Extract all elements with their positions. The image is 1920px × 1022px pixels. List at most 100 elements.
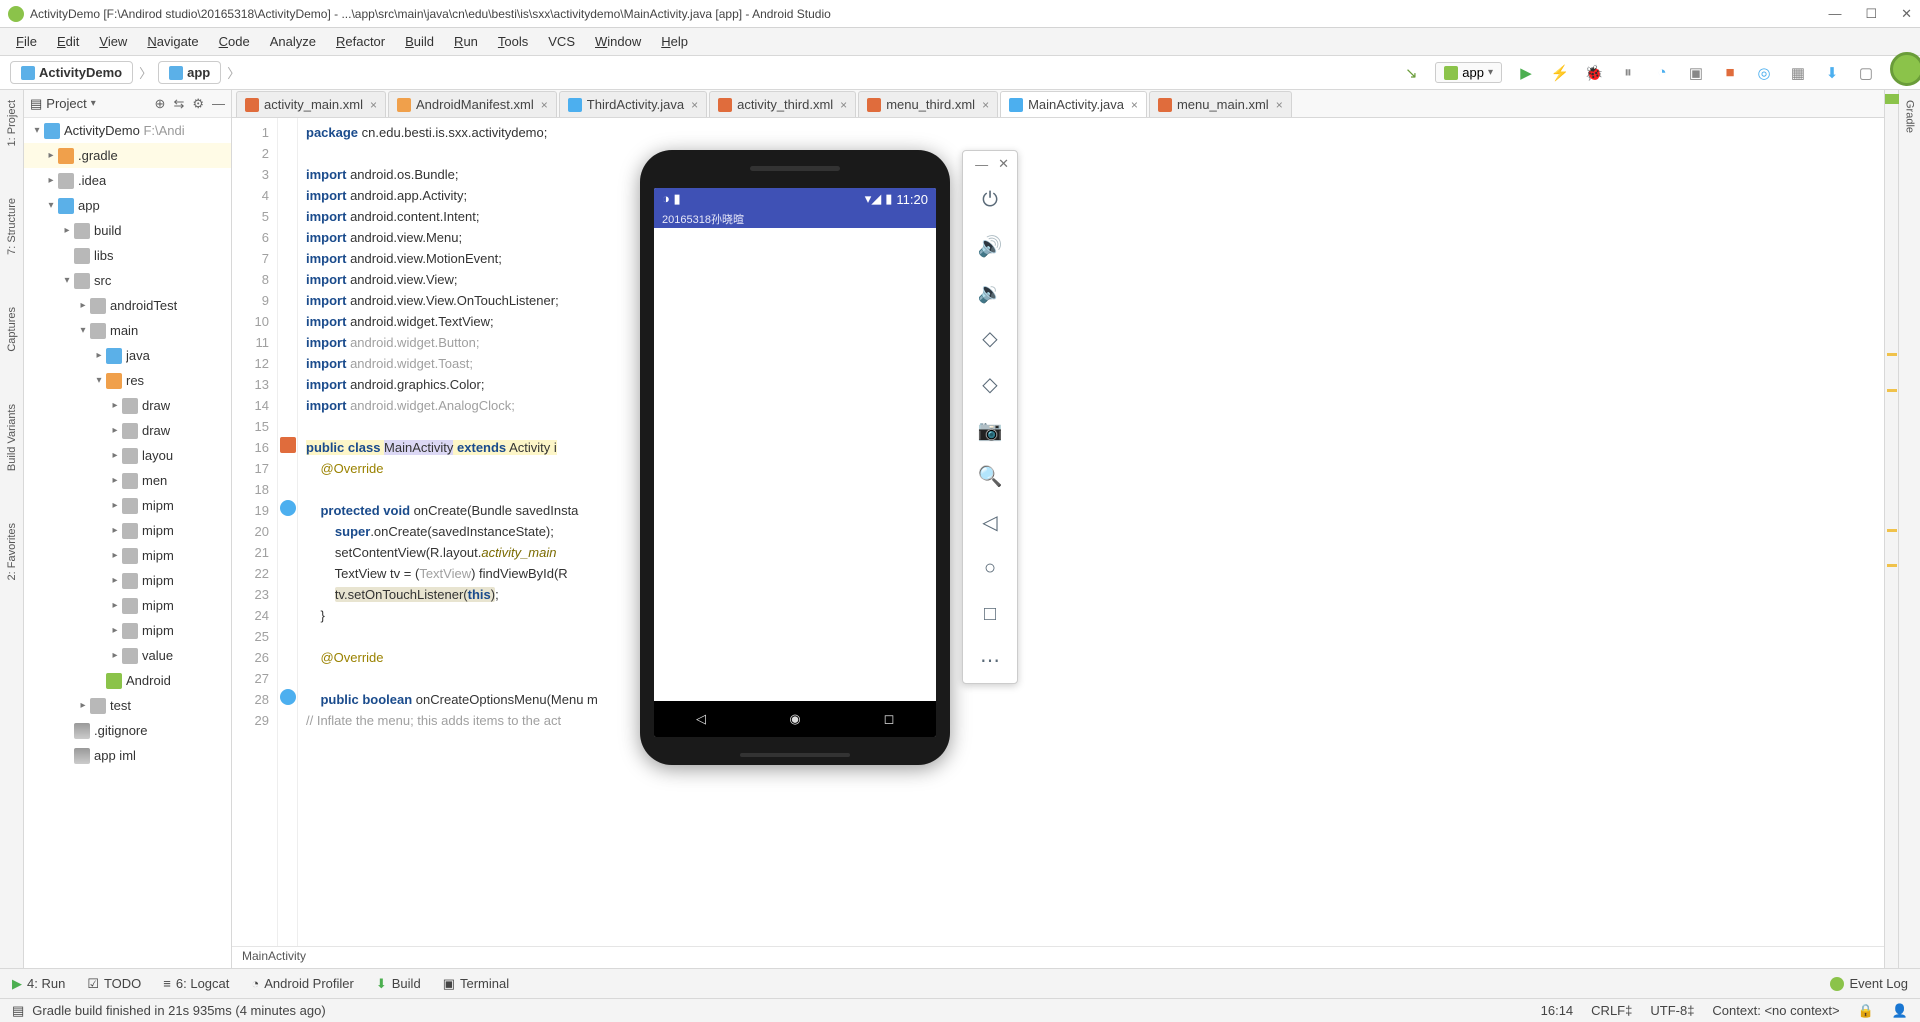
menu-run[interactable]: Run — [446, 32, 486, 51]
tree-node[interactable]: ▸mipm — [24, 618, 231, 643]
close-icon[interactable]: × — [691, 98, 698, 112]
nav-back-icon[interactable]: ◁ — [692, 710, 710, 728]
tab-captures[interactable]: Captures — [4, 301, 20, 358]
tree-node[interactable]: ▸test — [24, 693, 231, 718]
lock-icon[interactable]: 🔒 — [1858, 1003, 1874, 1019]
avd-icon[interactable]: ◎ — [1754, 63, 1774, 83]
memory-icon[interactable]: 👤 — [1892, 1003, 1908, 1019]
tree-node[interactable]: ▸mipm — [24, 568, 231, 593]
tree-node[interactable]: app iml — [24, 743, 231, 768]
status-eol[interactable]: CRLF‡ — [1591, 1003, 1632, 1018]
close-icon[interactable]: × — [982, 98, 989, 112]
menu-refactor[interactable]: Refactor — [328, 32, 393, 51]
tree-node[interactable]: ▸draw — [24, 393, 231, 418]
zoom-icon[interactable]: 🔍 — [963, 453, 1017, 499]
rotate-right-icon[interactable]: ◇ — [963, 361, 1017, 407]
tree-node[interactable]: ▾src — [24, 268, 231, 293]
status-encoding[interactable]: UTF-8‡ — [1650, 1003, 1694, 1018]
hide-icon[interactable]: — — [212, 96, 225, 111]
code-breadcrumb[interactable]: MainActivity — [232, 946, 1884, 968]
tab-todo[interactable]: ☑TODO — [87, 976, 141, 992]
close-icon[interactable]: × — [1276, 98, 1283, 112]
editor-tab[interactable]: activity_third.xml× — [709, 91, 856, 117]
error-glyph[interactable] — [280, 437, 296, 453]
tree-node[interactable]: libs — [24, 243, 231, 268]
tree-node[interactable]: ▾ActivityDemo F:\Andi — [24, 118, 231, 143]
menu-view[interactable]: View — [91, 32, 135, 51]
stop-icon[interactable]: ■ — [1720, 63, 1740, 83]
back-icon[interactable]: ◁ — [963, 499, 1017, 545]
editor-tab[interactable]: menu_third.xml× — [858, 91, 998, 117]
target-icon[interactable]: ⊕ — [155, 96, 166, 112]
close-icon[interactable]: × — [370, 98, 377, 112]
collapse-icon[interactable]: ⇆ — [173, 96, 184, 112]
editor-tab[interactable]: AndroidManifest.xml× — [388, 91, 557, 117]
close-icon[interactable]: × — [1131, 98, 1138, 112]
menu-edit[interactable]: Edit — [49, 32, 87, 51]
overview-ruler[interactable] — [1884, 90, 1898, 968]
tree-node[interactable]: ▾res — [24, 368, 231, 393]
editor-tab[interactable]: activity_main.xml× — [236, 91, 386, 117]
nav-home-icon[interactable]: ◉ — [786, 710, 804, 728]
tree-node[interactable]: ▸.idea — [24, 168, 231, 193]
coverage-icon[interactable]: ▣ — [1686, 63, 1706, 83]
volume-down-icon[interactable]: 🔉 — [963, 269, 1017, 315]
rotate-left-icon[interactable]: ◇ — [963, 315, 1017, 361]
debug-icon[interactable]: 🐞 — [1584, 63, 1604, 83]
emulator-screen[interactable]: ◑ ▮ ▾◢▮11:20 20165318孙晓暄 ◁ ◉ ◻ — [654, 188, 936, 737]
tab-run[interactable]: ▶4: Run — [12, 976, 65, 992]
code-text[interactable]: package cn.edu.besti.is.sxx.activitydemo… — [298, 118, 1884, 946]
breadcrumb-root[interactable]: ActivityDemo — [10, 61, 133, 84]
close-icon[interactable]: × — [840, 98, 847, 112]
editor-tab[interactable]: MainActivity.java× — [1000, 91, 1147, 117]
tab-project[interactable]: 1: Project — [4, 94, 20, 152]
overview-icon[interactable]: □ — [963, 591, 1017, 637]
home-icon[interactable]: ○ — [963, 545, 1017, 591]
editor-tab[interactable]: ThirdActivity.java× — [559, 91, 707, 117]
tree-node[interactable]: .gitignore — [24, 718, 231, 743]
tree-node[interactable]: ▸men — [24, 468, 231, 493]
apply-changes-icon[interactable]: ⚡ — [1550, 63, 1570, 83]
screenshot-icon[interactable]: 📷 — [963, 407, 1017, 453]
tab-structure[interactable]: 7: Structure — [4, 192, 20, 261]
tab-profiler[interactable]: ◔Android Profiler — [251, 976, 353, 991]
tab-event-log[interactable]: Event Log — [1830, 976, 1908, 991]
status-context[interactable]: Context: <no context> — [1712, 1003, 1839, 1018]
status-position[interactable]: 16:14 — [1541, 1003, 1574, 1018]
tree-node[interactable]: ▾main — [24, 318, 231, 343]
run-config-select[interactable]: app ▾ — [1435, 62, 1502, 83]
code-editor[interactable]: 1234567891011121314151617181920212223242… — [232, 118, 1884, 946]
tree-node[interactable]: ▸build — [24, 218, 231, 243]
emulator-close-icon[interactable]: ✕ — [998, 156, 1009, 172]
menu-window[interactable]: Window — [587, 32, 649, 51]
menu-tools[interactable]: Tools — [490, 32, 536, 51]
inspections-badge[interactable] — [1890, 52, 1920, 86]
override-glyph[interactable] — [280, 689, 296, 705]
make-icon[interactable]: ↘ — [1401, 63, 1421, 83]
tab-gradle[interactable]: Gradle — [1904, 100, 1916, 968]
run-icon[interactable]: ▶ — [1516, 63, 1536, 83]
sdk-icon[interactable]: ▦ — [1788, 63, 1808, 83]
power-icon[interactable]: ⏻ — [963, 177, 1017, 223]
emulator-minimize-icon[interactable]: — — [975, 157, 988, 172]
menu-vcs[interactable]: VCS — [540, 32, 583, 51]
breadcrumb-module[interactable]: app — [158, 61, 221, 84]
menu-code[interactable]: Code — [211, 32, 258, 51]
minimize-button[interactable]: — — [1828, 6, 1841, 22]
close-button[interactable]: ✕ — [1901, 6, 1912, 22]
override-glyph[interactable] — [280, 500, 296, 516]
profile-icon[interactable]: ⏸ — [1618, 63, 1638, 83]
structure-icon[interactable]: ▢ — [1856, 63, 1876, 83]
attach-debugger-icon[interactable]: ◔ — [1652, 63, 1672, 83]
tab-terminal[interactable]: ▣Terminal — [443, 976, 509, 992]
tree-node[interactable]: ▸mipm — [24, 593, 231, 618]
tree-node[interactable]: ▸.gradle — [24, 143, 231, 168]
tab-logcat[interactable]: ≡6: Logcat — [163, 976, 229, 991]
menu-build[interactable]: Build — [397, 32, 442, 51]
editor-tab[interactable]: menu_main.xml× — [1149, 91, 1292, 117]
menu-analyze[interactable]: Analyze — [262, 32, 324, 51]
tab-favorites[interactable]: 2: Favorites — [4, 517, 20, 586]
tab-build[interactable]: ⬇Build — [376, 976, 421, 992]
sync-icon[interactable]: ⬇ — [1822, 63, 1842, 83]
tree-node[interactable]: ▸mipm — [24, 518, 231, 543]
